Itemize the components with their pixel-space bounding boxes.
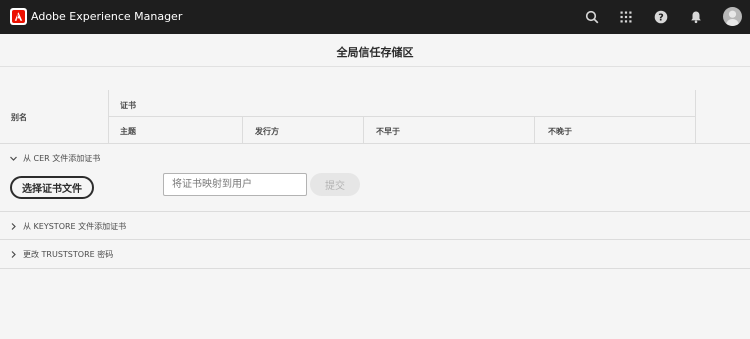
help-icon[interactable]: ? bbox=[653, 9, 669, 25]
adobe-logo-icon[interactable] bbox=[10, 8, 27, 25]
user-avatar[interactable] bbox=[723, 7, 742, 26]
bell-icon[interactable] bbox=[688, 9, 704, 25]
map-certificate-to-user-input[interactable] bbox=[163, 173, 307, 196]
header-divider bbox=[108, 116, 695, 117]
svg-text:?: ? bbox=[658, 12, 664, 23]
page-header: 全局信任存储区 bbox=[0, 34, 750, 67]
chevron-down-icon bbox=[8, 154, 18, 164]
truststore-password-section: 更改 TRUSTSTORE 密码 bbox=[0, 240, 750, 269]
column-divider bbox=[108, 90, 109, 144]
truststore-password-section-label: 更改 TRUSTSTORE 密码 bbox=[23, 250, 114, 259]
keystore-section: 从 KEYSTORE 文件添加证书 bbox=[0, 212, 750, 240]
cer-section-toggle[interactable]: 从 CER 文件添加证书 bbox=[8, 153, 100, 164]
page-title: 全局信任存储区 bbox=[336, 46, 414, 59]
column-divider bbox=[242, 117, 243, 144]
app-title[interactable]: Adobe Experience Manager bbox=[31, 10, 182, 23]
column-divider bbox=[534, 117, 535, 144]
top-bar: Adobe Experience Manager ? bbox=[0, 0, 750, 34]
cer-section-label: 从 CER 文件添加证书 bbox=[23, 154, 101, 163]
truststore-password-section-toggle[interactable]: 更改 TRUSTSTORE 密码 bbox=[8, 249, 113, 260]
search-icon[interactable] bbox=[584, 9, 600, 25]
column-divider bbox=[363, 117, 364, 144]
certificates-table: 别名 证书 主题 发行方 不早于 不晚于 bbox=[0, 90, 750, 144]
column-header-subject[interactable]: 主题 bbox=[120, 126, 136, 137]
column-header-not-after[interactable]: 不晚于 bbox=[548, 126, 572, 137]
chevron-right-icon bbox=[8, 222, 18, 232]
apps-grid-icon[interactable] bbox=[618, 9, 634, 25]
keystore-section-label: 从 KEYSTORE 文件添加证书 bbox=[23, 222, 127, 231]
column-group-certificate: 证书 bbox=[120, 101, 136, 110]
column-divider bbox=[695, 90, 696, 144]
column-header-issuer[interactable]: 发行方 bbox=[255, 126, 279, 137]
column-header-not-before[interactable]: 不早于 bbox=[376, 126, 400, 137]
column-header-alias[interactable]: 别名 bbox=[11, 112, 27, 123]
keystore-section-toggle[interactable]: 从 KEYSTORE 文件添加证书 bbox=[8, 221, 126, 232]
chevron-right-icon bbox=[8, 250, 18, 260]
select-certificate-file-button[interactable]: 选择证书文件 bbox=[10, 176, 94, 199]
cer-section: 从 CER 文件添加证书 bbox=[0, 144, 750, 212]
submit-button[interactable]: 提交 bbox=[310, 173, 360, 196]
